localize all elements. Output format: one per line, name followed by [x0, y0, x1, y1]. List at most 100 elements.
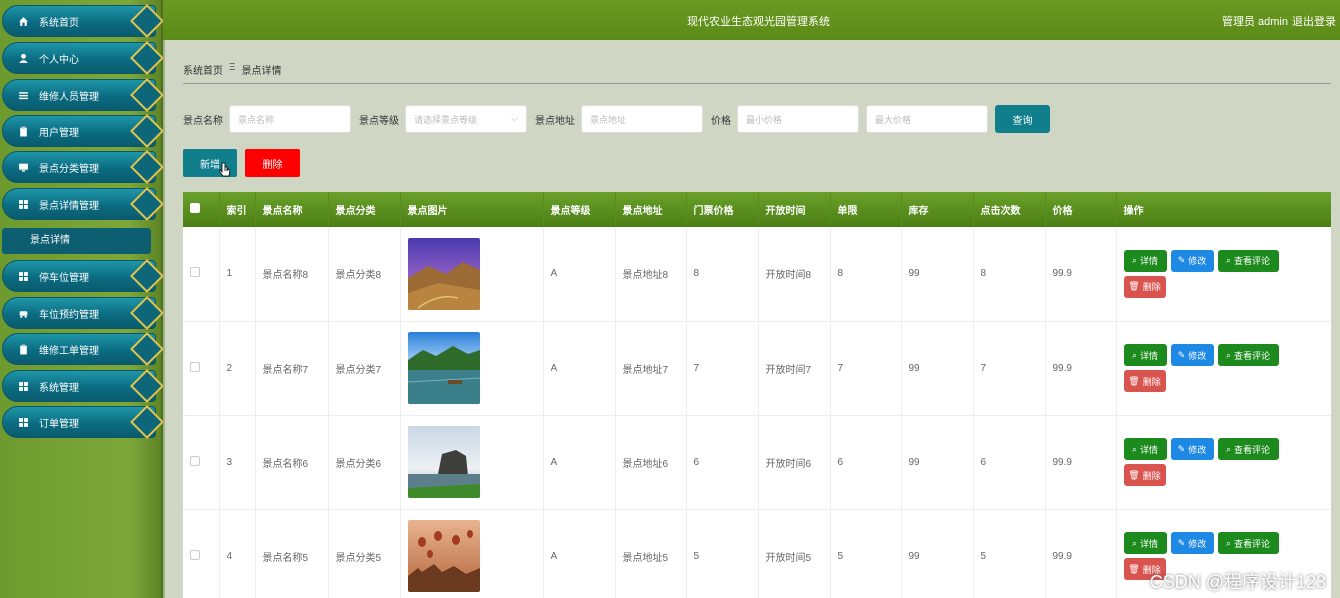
cell-index: 1 — [219, 227, 256, 322]
detail-button[interactable]: ⌕ 详情 — [1123, 438, 1167, 460]
name-label: 景点名称 — [183, 115, 223, 127]
table-row: 3 景点名称6 景点分类6 A 景点地址6 6 开放时间6 6 99 6 99.… — [183, 415, 1331, 510]
clipboard-icon — [17, 343, 29, 355]
row-checkbox[interactable] — [190, 267, 200, 278]
row-checkbox[interactable] — [190, 549, 200, 560]
breadcrumb-home[interactable]: 系统首页 — [183, 62, 223, 77]
header-index: 索引 — [219, 192, 256, 227]
cell-name: 景点名称5 — [255, 509, 329, 598]
sidebar-item-parking[interactable]: 停车位管理 — [2, 259, 164, 293]
sidebar-item-system[interactable]: 系统管理 — [2, 369, 164, 403]
trash-icon: 🗑 — [1128, 563, 1140, 574]
view-reviews-button[interactable]: ⌕ 查看评论 — [1217, 532, 1279, 554]
cell-address: 景点地址5 — [615, 509, 687, 598]
select-all-checkbox[interactable] — [190, 203, 200, 213]
view-reviews-button[interactable]: ⌕ 查看评论 — [1217, 344, 1279, 366]
edit-button[interactable]: ✎ 修改 — [1170, 438, 1214, 460]
detail-button[interactable]: ⌕ 详情 — [1123, 532, 1167, 554]
chevron-down-icon: ⌵ — [511, 113, 518, 123]
row-checkbox[interactable] — [190, 361, 200, 372]
name-input[interactable]: 景点名称 — [229, 105, 351, 133]
header-price: 价格 — [1045, 192, 1117, 227]
grid-icon — [17, 416, 29, 428]
cell-index: 4 — [219, 509, 256, 598]
decoration-diamond — [130, 259, 164, 293]
spot-image[interactable] — [407, 426, 480, 498]
cell-open-time: 开放时间5 — [758, 509, 831, 598]
grid-icon — [17, 270, 29, 282]
decoration-diamond — [130, 41, 164, 75]
view-reviews-button[interactable]: ⌕ 查看评论 — [1217, 249, 1279, 272]
min-price-input[interactable]: 最小价格 — [737, 105, 859, 133]
divider — [183, 83, 1331, 84]
spot-image[interactable] — [407, 237, 480, 310]
sidebar-item-work-orders[interactable]: 维修工单管理 — [2, 332, 164, 366]
sidebar-item-home[interactable]: 系统首页 — [2, 4, 164, 38]
table-header: 索引 景点名称 景点分类 景点图片 景点等级 景点地址 门票价格 开放时间 单限… — [183, 192, 1331, 227]
decoration-diamond — [130, 187, 164, 221]
cell-limit: 8 — [830, 227, 902, 322]
price-label: 价格 — [711, 115, 731, 127]
sidebar-item-label: 维修人员管理 — [39, 91, 99, 103]
cell-price: 99.9 — [1045, 227, 1117, 322]
header-level: 景点等级 — [543, 192, 616, 227]
search-icon: ⌕ — [1225, 537, 1232, 548]
cell-clicks: 8 — [973, 227, 1046, 322]
row-checkbox[interactable] — [190, 455, 200, 466]
sidebar-item-label: 系统首页 — [39, 17, 79, 29]
detail-button[interactable]: ⌕ 详情 — [1123, 344, 1167, 366]
spot-image[interactable] — [407, 332, 480, 404]
grid-icon — [17, 198, 29, 210]
data-table: 索引 景点名称 景点分类 景点图片 景点等级 景点地址 门票价格 开放时间 单限… — [183, 192, 1331, 598]
app-title: 现代农业生态观光园管理系统 — [687, 16, 830, 28]
cell-open-time: 开放时间8 — [758, 227, 831, 322]
sidebar-item-repairers[interactable]: 维修人员管理 — [2, 78, 164, 112]
current-user: 管理员 admin — [1221, 16, 1288, 28]
car-icon — [17, 307, 29, 319]
cell-level: A — [543, 509, 616, 598]
sidebar-item-categories[interactable]: 景点分类管理 — [2, 150, 164, 184]
cell-clicks: 5 — [973, 509, 1046, 598]
header-limit: 单限 — [830, 192, 902, 227]
sidebar-item-parking-reservation[interactable]: 车位预约管理 — [2, 296, 164, 330]
query-button[interactable]: 查询 — [995, 105, 1050, 133]
max-price-input[interactable]: 最大价格 — [866, 105, 988, 133]
delete-button[interactable]: 🗑 删除 — [1123, 370, 1166, 392]
cell-clicks: 7 — [973, 321, 1046, 416]
logout-link[interactable]: 退出登录 — [1292, 13, 1336, 29]
cell-open-time: 开放时间7 — [758, 321, 831, 416]
pencil-icon: ✎ — [1177, 443, 1186, 454]
cell-category: 景点分类8 — [328, 227, 401, 322]
view-reviews-button[interactable]: ⌕ 查看评论 — [1217, 438, 1279, 460]
decoration-diamond — [130, 114, 164, 148]
submenu-item-spot-details[interactable]: 景点详情 — [2, 228, 151, 254]
header-checkbox-cell[interactable] — [183, 192, 220, 227]
header-name: 景点名称 — [255, 192, 329, 227]
batch-delete-button[interactable]: 删除 — [245, 149, 300, 177]
edit-button[interactable]: ✎ 修改 — [1170, 249, 1214, 272]
sidebar-item-label: 景点分类管理 — [39, 163, 99, 175]
delete-button[interactable]: 🗑 删除 — [1123, 275, 1166, 298]
row-actions: ⌕ 详情 ✎ 修改 ⌕ 查看评论 🗑 删除 — [1123, 344, 1284, 392]
cell-address: 景点地址6 — [615, 415, 687, 510]
sidebar-item-spot-details[interactable]: 景点详情管理 — [2, 187, 164, 221]
spot-image[interactable] — [407, 520, 480, 592]
trash-icon: 🗑 — [1128, 281, 1140, 292]
sidebar-item-profile[interactable]: 个人中心 — [2, 41, 164, 75]
cell-limit: 5 — [830, 509, 902, 598]
level-select[interactable]: 请选择景点等级 ⌵ — [405, 105, 527, 133]
address-input[interactable]: 景点地址 — [581, 105, 703, 133]
edit-button[interactable]: ✎ 修改 — [1170, 344, 1214, 366]
cell-ticket-price: 6 — [686, 415, 759, 510]
cell-category: 景点分类5 — [328, 509, 401, 598]
edit-button[interactable]: ✎ 修改 — [1170, 532, 1214, 554]
sidebar-item-orders[interactable]: 订单管理 — [2, 405, 164, 439]
detail-button[interactable]: ⌕ 详情 — [1123, 249, 1167, 272]
watermark: CSDN @程序设计123 — [1149, 572, 1326, 592]
cell-name: 景点名称7 — [255, 321, 329, 416]
main-content: 系统首页 Ξ 景点详情 景点名称 景点名称 景点等级 请选择景点等级 ⌵ 景点地… — [165, 40, 1340, 598]
cell-ticket-price: 8 — [686, 227, 759, 322]
cell-open-time: 开放时间6 — [758, 415, 831, 510]
sidebar-item-users[interactable]: 用户管理 — [2, 114, 164, 148]
delete-button[interactable]: 🗑 删除 — [1123, 464, 1166, 486]
